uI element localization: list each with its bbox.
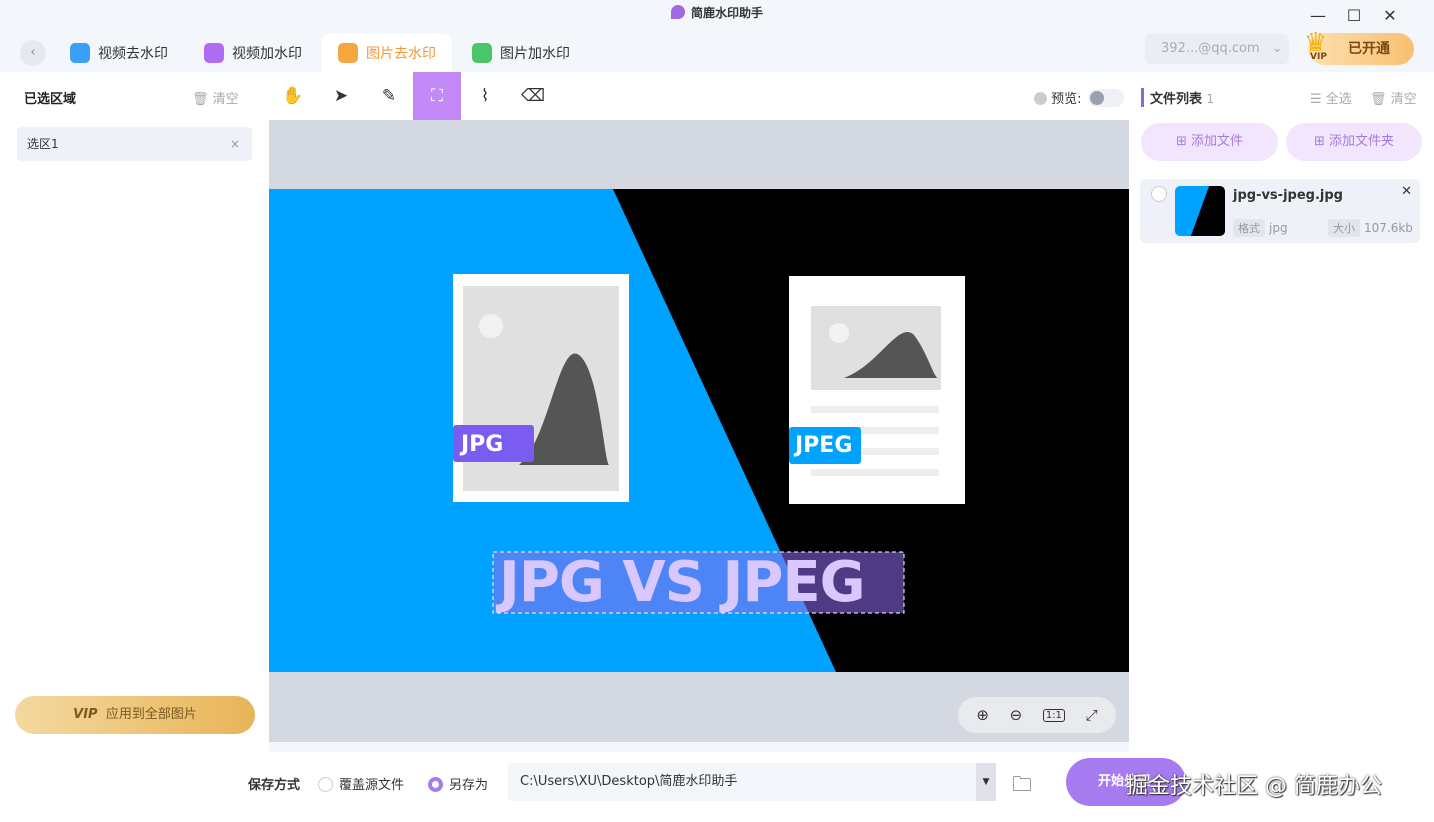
folder-icon[interactable]: 🗀 (1012, 770, 1032, 804)
add-folder-button[interactable]: ⊞ 添加文件夹 (1286, 123, 1422, 161)
image-preview (269, 120, 1129, 742)
tab-video-remove-watermark[interactable]: 视频去水印 (54, 34, 184, 72)
jpeg-badge: JPEG (795, 433, 852, 458)
file-panel (1129, 72, 1434, 752)
minimize-button[interactable]: — (1306, 6, 1330, 26)
remove-selection-icon[interactable]: × (230, 127, 240, 161)
image-icon (338, 43, 358, 63)
file-list-heading: 文件列表 1 (1141, 88, 1214, 107)
preview-toggle[interactable] (1088, 89, 1124, 107)
zoom-out-icon[interactable]: ⊖ (1010, 706, 1023, 724)
dropdown-arrow-icon[interactable]: ▼ (976, 763, 996, 801)
output-path-select[interactable]: C:\Users\XU\Desktop\简鹿水印助手▼ (508, 763, 996, 801)
left-panel (0, 72, 269, 752)
file-item[interactable]: jpg-vs-jpeg.jpg ✕ 格式jpg 大小107.6kb (1140, 179, 1420, 243)
folder-plus-icon: ⊞ (1314, 134, 1325, 149)
brush-tool-icon[interactable]: ✎ (365, 72, 413, 120)
overwrite-radio[interactable]: 覆盖源文件 (318, 774, 404, 793)
window-title: 简鹿水印助手 (0, 0, 1434, 28)
app-logo-icon (671, 5, 685, 19)
zoom-in-icon[interactable]: ⊕ (976, 706, 989, 724)
video-icon (70, 43, 90, 63)
add-file-button[interactable]: ⊞ 添加文件 (1141, 123, 1278, 161)
trash-icon: 🗑 (1370, 92, 1387, 107)
account-dropdown[interactable]: 392...@qq.com ⌄ (1145, 34, 1289, 64)
help-icon (1034, 92, 1047, 105)
preview-toggle-group: 预览: (1034, 88, 1124, 107)
trash-icon: 🗑 (192, 92, 209, 107)
list-icon: ☰ (1310, 92, 1322, 107)
hand-tool-icon[interactable]: ✋ (269, 72, 317, 120)
back-button[interactable]: ‹ (20, 40, 46, 66)
watermark-text: 掘金技术社区 @ 简鹿办公 (1126, 768, 1382, 800)
chevron-down-icon: ⌄ (1272, 41, 1283, 56)
eraser-tool-icon[interactable]: ⌫ (509, 72, 557, 120)
file-thumbnail (1175, 186, 1225, 236)
apply-all-button[interactable]: VIP 应用到全部图片 (15, 696, 255, 734)
maximize-button[interactable]: ☐ (1342, 6, 1366, 26)
remove-file-icon[interactable]: ✕ (1401, 184, 1412, 199)
selected-regions-heading: 已选区域 (24, 88, 76, 107)
save-mode-label: 保存方式 (248, 774, 300, 793)
tab-image-add-watermark[interactable]: 图片加水印 (456, 34, 586, 72)
video-add-icon (204, 43, 224, 63)
clear-regions-button[interactable]: 🗑 清空 (192, 88, 239, 107)
image-add-icon (472, 43, 492, 63)
tab-video-add-watermark[interactable]: 视频加水印 (188, 34, 318, 72)
zoom-controls: ⊕ ⊖ 1:1 ⤢ (958, 697, 1116, 733)
actual-size-icon[interactable]: 1:1 (1043, 709, 1065, 722)
lasso-tool-icon[interactable]: ⌇ (461, 72, 509, 120)
tab-image-remove-watermark[interactable]: 图片去水印 (322, 34, 452, 72)
file-plus-icon: ⊞ (1176, 134, 1187, 149)
file-checkbox[interactable] (1151, 186, 1167, 202)
close-button[interactable]: ✕ (1378, 6, 1402, 26)
crown-icon: ♛VIP (1304, 28, 1338, 66)
save-as-radio[interactable]: 另存为 (428, 774, 488, 793)
fit-screen-icon[interactable]: ⤢ (1086, 706, 1098, 724)
selection-item[interactable]: 选区1× (17, 127, 252, 161)
image-headline: JPG VS JPEG (499, 550, 865, 615)
jpg-badge: JPG (461, 432, 503, 457)
image-canvas[interactable]: JPG JPEG JPG VS JPEG ⊕ ⊖ 1:1 ⤢ (269, 120, 1129, 742)
pointer-tool-icon[interactable]: ➤ (317, 72, 365, 120)
clear-files-button[interactable]: 🗑 清空 (1370, 88, 1417, 107)
select-all-button[interactable]: ☰ 全选 (1310, 88, 1352, 107)
rect-select-tool-icon[interactable]: ⛶ (413, 72, 461, 120)
